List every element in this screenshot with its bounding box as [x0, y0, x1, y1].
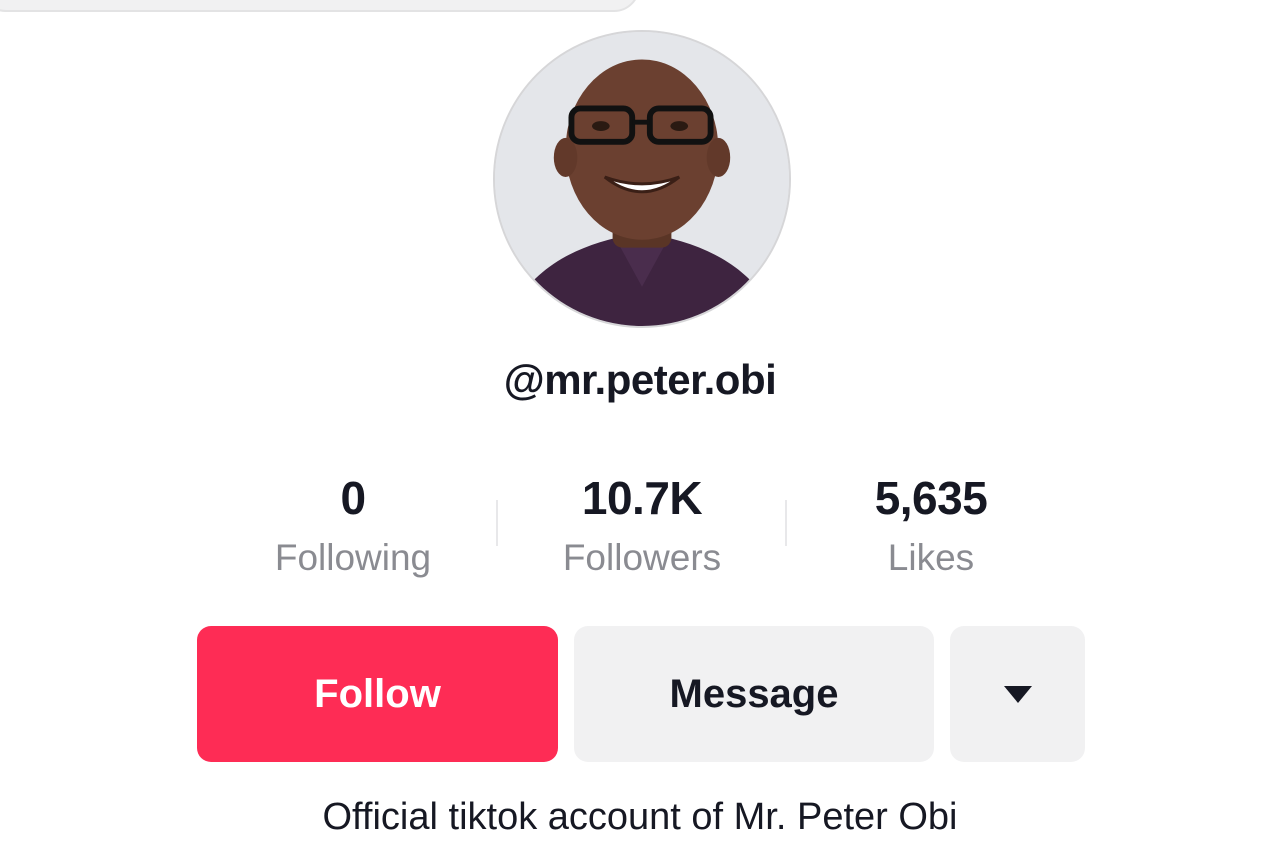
- following-label: Following: [274, 537, 432, 578]
- likes-label: Likes: [887, 537, 975, 578]
- message-button[interactable]: Message: [574, 626, 934, 762]
- stat-followers[interactable]: 10.7K Followers: [512, 470, 772, 580]
- profile-page: @mr.peter.obi 0 Following 10.7K Follower…: [0, 0, 1280, 855]
- avatar-photo: [495, 32, 789, 326]
- stat-divider: [785, 500, 787, 546]
- followers-label: Followers: [562, 537, 722, 578]
- stat-likes: 5,635 Likes: [801, 470, 1061, 580]
- more-options-button[interactable]: [950, 626, 1085, 762]
- avatar[interactable]: [493, 30, 791, 328]
- username: @mr.peter.obi: [503, 356, 777, 403]
- follow-button[interactable]: Follow: [197, 626, 558, 762]
- profile-bio: Official tiktok account of Mr. Peter Obi: [322, 796, 958, 838]
- followers-count: 10.7K: [581, 472, 703, 524]
- following-count: 0: [340, 472, 366, 524]
- stat-divider: [496, 500, 498, 546]
- search-bar-fragment[interactable]: [0, 0, 640, 12]
- caret-down-icon: [1003, 685, 1032, 703]
- likes-count: 5,635: [874, 472, 988, 524]
- stat-following[interactable]: 0 Following: [223, 470, 483, 580]
